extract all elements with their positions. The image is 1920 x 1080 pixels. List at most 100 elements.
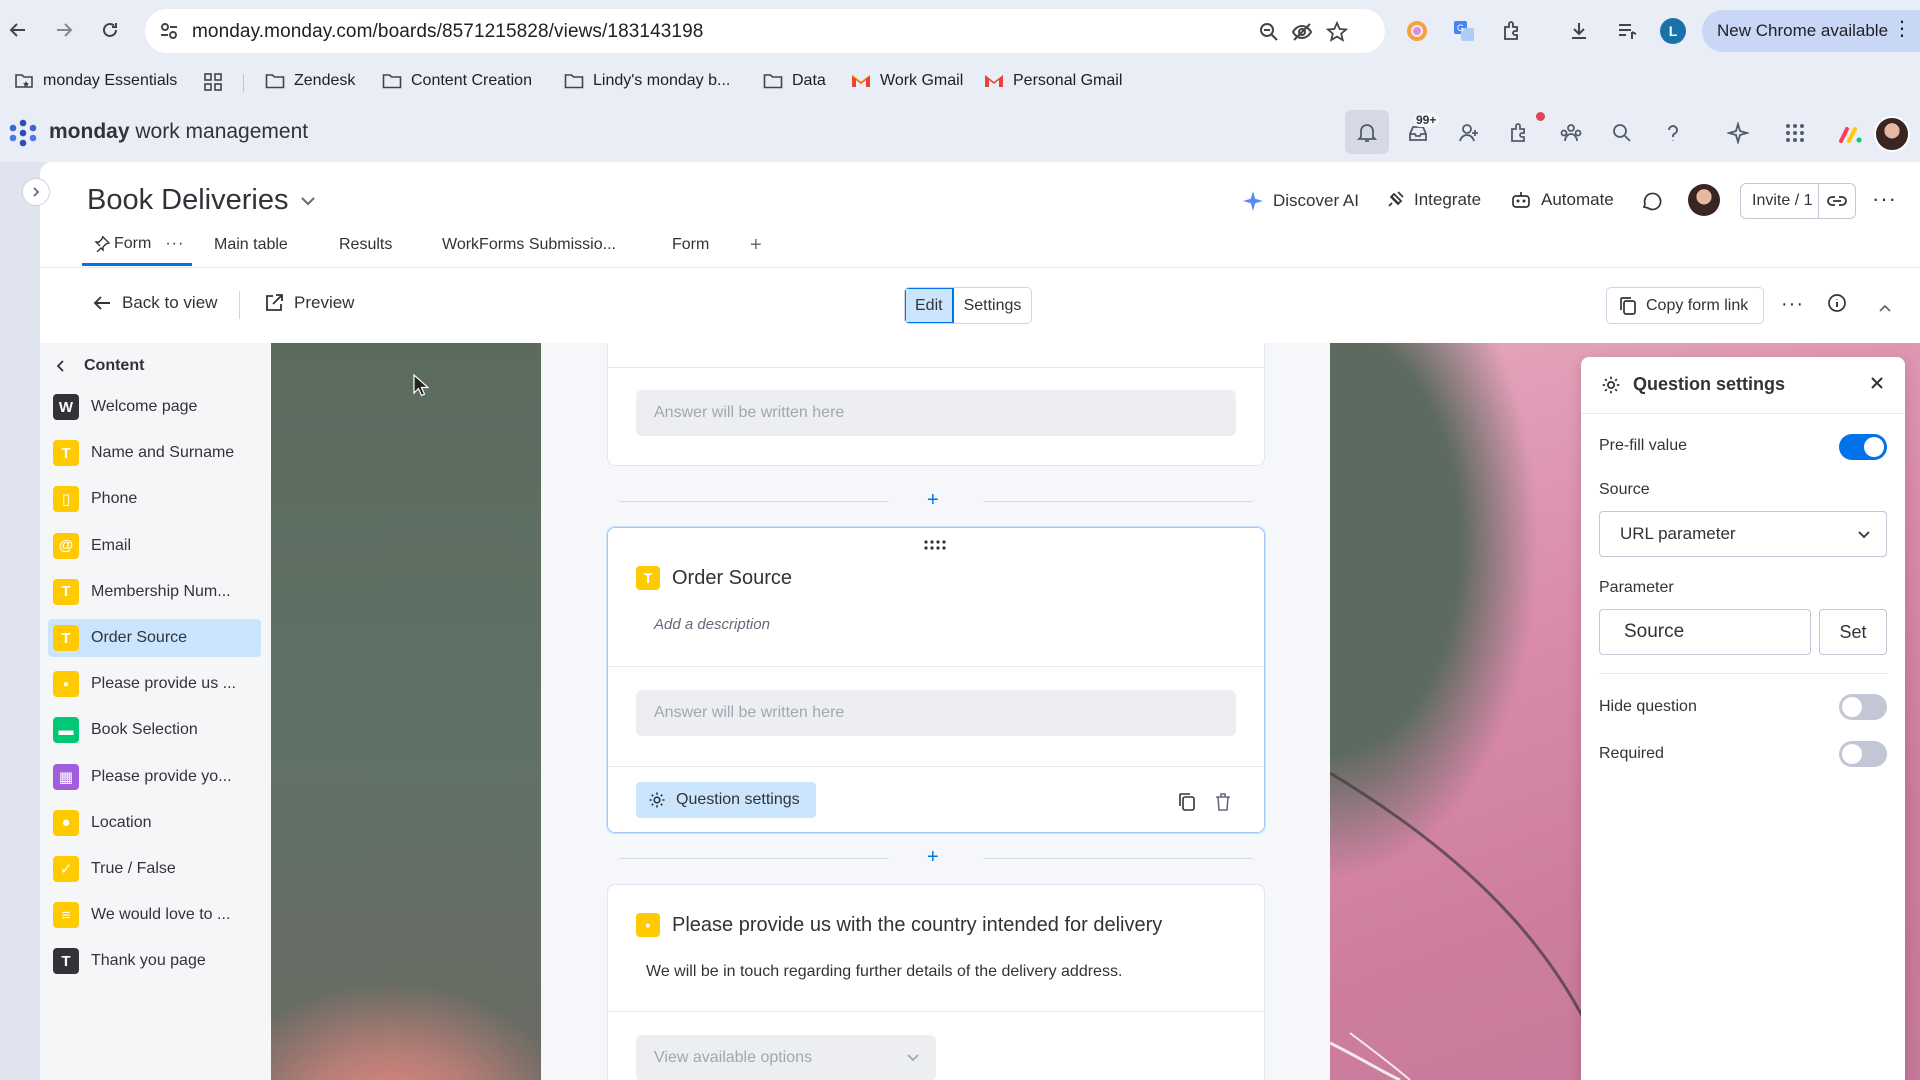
add-question-row[interactable]: + <box>619 489 1253 512</box>
teams-icon[interactable] <box>1555 117 1587 149</box>
bookmark-star-icon[interactable] <box>1325 20 1349 44</box>
bookmark-item[interactable]: Work Gmail <box>851 72 963 90</box>
board-title[interactable]: Book Deliveries <box>87 184 316 217</box>
question-card-previous[interactable]: Answer will be written here <box>607 343 1265 466</box>
required-toggle[interactable] <box>1839 741 1887 767</box>
board-more-icon[interactable]: ··· <box>1872 186 1897 212</box>
reload-icon[interactable] <box>96 16 124 44</box>
bookmark-item[interactable]: Zendesk <box>265 72 355 90</box>
ai-sparkle-icon[interactable] <box>1722 117 1754 149</box>
sidebar-item[interactable]: ▦ Please provide yo... <box>48 758 261 796</box>
close-icon[interactable] <box>1869 371 1885 397</box>
new-chrome-button[interactable]: New Chrome available ⋮ <box>1702 10 1920 52</box>
board-member-avatar[interactable] <box>1688 184 1720 216</box>
back-to-view-button[interactable]: Back to view <box>92 293 217 313</box>
form-more-icon[interactable]: ··· <box>1781 293 1804 316</box>
app-switcher-grid-icon[interactable] <box>1779 117 1811 149</box>
apps-grid-icon[interactable] <box>203 72 223 92</box>
invite-button[interactable]: Invite / 1 <box>1740 183 1856 219</box>
tab-workforms-submissions[interactable]: WorkForms Submissio... <box>442 224 616 266</box>
tab-form-2[interactable]: Form <box>672 224 709 266</box>
discover-ai-button[interactable]: Discover AI <box>1242 190 1359 212</box>
preview-button[interactable]: Preview <box>264 293 354 313</box>
kebab-menu-icon[interactable]: ⋮ <box>1892 19 1912 39</box>
add-question-plus-icon[interactable]: + <box>927 489 939 512</box>
monday-products-icon[interactable] <box>1838 123 1862 145</box>
duplicate-icon[interactable] <box>1178 792 1196 812</box>
extensions-puzzle-icon[interactable] <box>1498 17 1526 45</box>
address-bar[interactable]: monday.monday.com/boards/8571215828/view… <box>145 9 1385 53</box>
bookmark-item[interactable]: Data <box>763 72 826 90</box>
set-button[interactable]: Set <box>1819 609 1887 655</box>
translate-icon[interactable]: G <box>1450 17 1478 45</box>
source-select[interactable]: URL parameter <box>1599 511 1887 557</box>
trash-icon[interactable] <box>1214 792 1232 812</box>
search-icon[interactable] <box>1606 117 1638 149</box>
prefill-toggle[interactable] <box>1839 434 1887 460</box>
collapse-header-chevron-icon[interactable] <box>1878 296 1892 319</box>
drag-handle-icon[interactable] <box>924 540 946 550</box>
parameter-input[interactable]: Source <box>1599 609 1811 655</box>
url-text[interactable]: monday.monday.com/boards/8571215828/view… <box>192 21 703 43</box>
automate-button[interactable]: Automate <box>1510 190 1614 210</box>
question-title[interactable]: ▪ Please provide us with the country int… <box>636 913 1162 937</box>
sidebar-item[interactable]: ▯ Phone <box>48 480 261 518</box>
question-settings-button[interactable]: Question settings <box>636 782 816 818</box>
copy-link-icon[interactable] <box>1819 194 1855 208</box>
answer-placeholder-field[interactable]: Answer will be written here <box>636 390 1236 436</box>
site-settings-icon[interactable] <box>159 21 179 41</box>
sidebar-item[interactable]: ● Location <box>48 804 261 842</box>
sidebar-item[interactable]: W Welcome page <box>48 388 261 426</box>
expand-sidebar-chevron-icon[interactable] <box>22 178 50 206</box>
edit-tab[interactable]: Edit <box>905 288 954 323</box>
back-arrow-icon[interactable] <box>4 16 32 44</box>
tab-more-icon[interactable]: ··· <box>165 235 184 253</box>
sidebar-item[interactable]: ▪ Please provide us ... <box>48 665 261 703</box>
add-question-row[interactable]: + <box>619 846 1253 869</box>
media-queue-icon[interactable] <box>1613 17 1641 45</box>
chevron-down-icon[interactable] <box>300 195 316 207</box>
integrations-puzzle-icon[interactable] <box>1503 117 1535 149</box>
sidebar-item[interactable]: T Membership Num... <box>48 573 261 611</box>
question-title[interactable]: T Order Source <box>636 566 792 590</box>
sidebar-item[interactable]: ▬ Book Selection <box>48 711 261 749</box>
bookmark-item[interactable]: Lindy's monday b... <box>564 72 730 90</box>
question-card-country[interactable]: ▪ Please provide us with the country int… <box>607 884 1265 1080</box>
info-icon[interactable] <box>1827 293 1847 319</box>
tab-results[interactable]: Results <box>339 224 392 266</box>
tab-main-table[interactable]: Main table <box>214 224 288 266</box>
add-view-plus-icon[interactable]: + <box>750 224 762 266</box>
chevron-left-icon[interactable] <box>56 359 66 373</box>
profile-avatar[interactable]: L <box>1660 18 1686 44</box>
sidebar-item[interactable]: T Name and Surname <box>48 434 261 472</box>
question-card-order-source[interactable]: T Order Source Add a description Answer … <box>607 527 1265 833</box>
download-icon[interactable] <box>1565 17 1593 45</box>
integrate-button[interactable]: Integrate <box>1385 190 1481 210</box>
settings-tab[interactable]: Settings <box>954 288 1032 323</box>
sidebar-item[interactable]: ≡ We would love to ... <box>48 896 261 934</box>
notifications-bell-icon[interactable] <box>1345 110 1389 154</box>
updates-chat-icon[interactable] <box>1640 190 1662 212</box>
monday-logo-icon[interactable] <box>8 119 38 147</box>
description-placeholder[interactable]: Add a description <box>654 616 770 633</box>
sidebar-item[interactable]: ✓ True / False <box>48 850 261 888</box>
bookmark-item[interactable]: monday Essentials <box>14 72 177 90</box>
country-dropdown[interactable]: View available options <box>636 1035 936 1080</box>
help-icon[interactable] <box>1657 117 1689 149</box>
sidebar-item[interactable]: @ Email <box>48 527 261 565</box>
sidebar-item[interactable]: T Order Source <box>48 619 261 657</box>
answer-placeholder-field[interactable]: Answer will be written here <box>636 690 1236 736</box>
question-description[interactable]: We will be in touch regarding further de… <box>646 963 1122 981</box>
add-question-plus-icon[interactable]: + <box>927 846 939 869</box>
extension-color-icon[interactable] <box>1403 17 1431 45</box>
user-avatar[interactable] <box>1874 116 1910 152</box>
tab-form[interactable]: Form ··· <box>82 224 192 266</box>
hide-question-toggle[interactable] <box>1839 694 1887 720</box>
content-header[interactable]: Content <box>56 357 144 375</box>
bookmark-item[interactable]: Personal Gmail <box>984 72 1122 90</box>
forward-arrow-icon[interactable] <box>50 16 78 44</box>
eye-off-icon[interactable] <box>1290 20 1314 44</box>
zoom-icon[interactable] <box>1257 20 1281 44</box>
copy-form-link-button[interactable]: Copy form link <box>1606 287 1764 324</box>
sidebar-item[interactable]: T Thank you page <box>48 942 261 980</box>
